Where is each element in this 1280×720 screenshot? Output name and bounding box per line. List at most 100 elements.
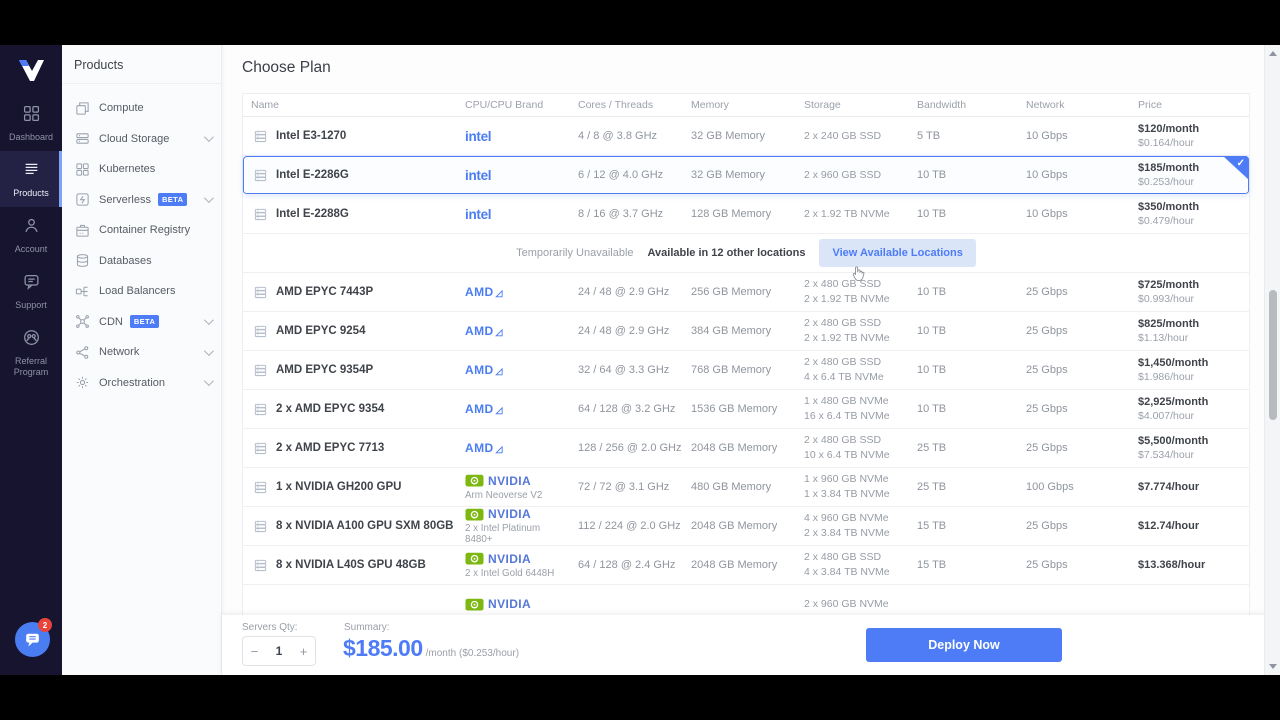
amd-logo: AMD◿ <box>465 285 503 299</box>
sidebar-item-databases[interactable]: Databases <box>62 246 221 277</box>
plan-cores: 72 / 72 @ 3.1 GHz <box>570 481 683 493</box>
plan-cores: 6 / 12 @ 4.0 GHz <box>570 169 683 181</box>
sidebar-item-load-balancers[interactable]: Load Balancers <box>62 276 221 307</box>
sidebar-item-label: Network <box>99 346 139 358</box>
plan-name: AMD EPYC 9354P <box>243 363 457 378</box>
plan-cpu-brand: AMD◿ <box>457 363 570 377</box>
plan-storage: 1 x 960 GB NVMe1 x 3.84 TB NVMe <box>796 472 909 502</box>
sidebar-item-label: Serverless <box>99 194 151 206</box>
chevron-down-icon <box>204 376 214 386</box>
plan-row-intel-e3-1270[interactable]: Intel E3-1270 intel 4 / 8 @ 3.8 GHz 32 G… <box>243 117 1249 156</box>
plan-row-2-x-amd-epyc-7713[interactable]: 2 x AMD EPYC 7713 AMD◿ 128 / 256 @ 2.0 G… <box>243 429 1249 468</box>
sidebar-item-network[interactable]: Network <box>62 337 221 368</box>
plan-bandwidth: 10 TB <box>909 169 1018 181</box>
scrollbar[interactable] <box>1264 45 1280 675</box>
plan-cpu-brand: NVIDIA2 x Intel Platinum 8480+ <box>457 507 570 545</box>
plan-price: $1,450/month $1.986/hour <box>1130 357 1249 383</box>
plan-name: AMD EPYC 7443P <box>243 285 457 300</box>
sidebar-item-cdn[interactable]: CDN BETA <box>62 307 221 338</box>
qty-decrement-button[interactable]: − <box>243 644 266 659</box>
sidebar-item-container-registry[interactable]: Container Registry <box>62 215 221 246</box>
price-secondary: $7.534/hour <box>1138 449 1249 461</box>
top-black-bar <box>0 0 1280 45</box>
plan-cpu-brand: NVIDIA2 x Intel Gold 6448H <box>457 552 570 579</box>
plan-row-amd-epyc-9354p[interactable]: AMD EPYC 9354P AMD◿ 32 / 64 @ 3.3 GHz 76… <box>243 351 1249 390</box>
sidebar-item-cloud-storage[interactable]: Cloud Storage <box>62 124 221 155</box>
rail-item-products[interactable]: Products <box>0 151 62 207</box>
sidebar-item-serverless[interactable]: Serverless BETA <box>62 185 221 216</box>
plan-row-8-x-nvidia-a100-gpu-sxm-80gb[interactable]: 8 x NVIDIA A100 GPU SXM 80GB NVIDIA2 x I… <box>243 507 1249 546</box>
rail-item-label: Support <box>2 300 60 311</box>
price-primary: $7.774/hour <box>1138 481 1249 493</box>
rail-item-dashboard[interactable]: Dashboard <box>0 95 62 151</box>
amd-logo: AMD◿ <box>465 363 503 377</box>
plan-memory: 256 GB Memory <box>683 286 796 298</box>
plan-network: 25 Gbps <box>1018 442 1130 454</box>
amd-logo: AMD◿ <box>465 402 503 416</box>
plan-row-8-x-nvidia-l40s-gpu-48gb[interactable]: 8 x NVIDIA L40S GPU 48GB NVIDIA2 x Intel… <box>243 546 1249 585</box>
servers-qty-label: Servers Qty: <box>242 622 298 633</box>
rail-item-account[interactable]: Account <box>0 207 62 263</box>
plan-storage: 2 x 480 GB SSD2 x 1.92 TB NVMe <box>796 316 909 346</box>
beta-badge: BETA <box>158 193 187 206</box>
nvidia-logo: NVIDIA <box>465 552 570 566</box>
intel-logo: intel <box>465 168 491 183</box>
vultr-logo-icon[interactable] <box>16 57 46 85</box>
databases-icon <box>75 253 90 268</box>
server-icon <box>253 207 268 222</box>
price-primary: $825/month <box>1138 318 1249 330</box>
scroll-down-arrow-icon[interactable] <box>1269 664 1277 669</box>
rail-item-referral-program[interactable]: Referral Program <box>0 319 62 386</box>
plan-cpu-brand: NVIDIAArm Neoverse V2 <box>457 474 570 501</box>
sidebar-item-kubernetes[interactable]: Kubernetes <box>62 154 221 185</box>
plan-name: Intel E-2286G <box>243 168 457 183</box>
sidebar-item-label: Kubernetes <box>99 163 155 175</box>
chat-button[interactable]: 2 <box>15 622 50 657</box>
plan-row-intel-e-2288g[interactable]: Intel E-2288G intel 8 / 16 @ 3.7 GHz 128… <box>243 195 1249 234</box>
plan-cores: 8 / 16 @ 3.7 GHz <box>570 208 683 220</box>
qty-increment-button[interactable]: + <box>292 644 315 659</box>
sidebar-item-orchestration[interactable]: Orchestration <box>62 368 221 399</box>
plan-row-2-x-amd-epyc-9354[interactable]: 2 x AMD EPYC 9354 AMD◿ 64 / 128 @ 3.2 GH… <box>243 390 1249 429</box>
plan-bandwidth: 10 TB <box>909 364 1018 376</box>
price-primary: $12.74/hour <box>1138 520 1249 532</box>
plan-bandwidth: 10 TB <box>909 286 1018 298</box>
rail-item-support[interactable]: Support <box>0 263 62 319</box>
scroll-up-arrow-icon[interactable] <box>1269 51 1277 56</box>
plan-row-amd-epyc-9254[interactable]: AMD EPYC 9254 AMD◿ 24 / 48 @ 2.9 GHz 384… <box>243 312 1249 351</box>
intel-logo: intel <box>465 207 491 222</box>
plan-memory: 768 GB Memory <box>683 364 796 376</box>
support-icon <box>23 273 40 290</box>
plan-cpu-brand: AMD◿ <box>457 441 570 455</box>
price-primary: $2,925/month <box>1138 396 1249 408</box>
plan-cores: 64 / 128 @ 3.2 GHz <box>570 403 683 415</box>
view-available-locations-button[interactable]: View Available Locations <box>819 239 975 267</box>
panel-title: Products <box>62 45 221 84</box>
plan-row-amd-epyc-7443p[interactable]: AMD EPYC 7443P AMD◿ 24 / 48 @ 2.9 GHz 25… <box>243 273 1249 312</box>
beta-badge: BETA <box>130 315 159 328</box>
plan-price: $2,925/month $4.007/hour <box>1130 396 1249 422</box>
plan-memory: 32 GB Memory <box>683 169 796 181</box>
plan-row-1-x-nvidia-gh200-gpu[interactable]: 1 x NVIDIA GH200 GPU NVIDIAArm Neoverse … <box>243 468 1249 507</box>
products-panel: Products Compute Cloud Storage Kubernete… <box>62 45 222 675</box>
plan-memory: 480 GB Memory <box>683 481 796 493</box>
plan-bandwidth: 15 TB <box>909 559 1018 571</box>
sidebar-item-compute[interactable]: Compute <box>62 93 221 124</box>
plan-memory: 32 GB Memory <box>683 130 796 142</box>
plan-storage: 1 x 480 GB NVMe16 x 6.4 TB NVMe <box>796 394 909 424</box>
plan-row-intel-e-2286g[interactable]: Intel E-2286G intel 6 / 12 @ 4.0 GHz 32 … <box>243 156 1249 195</box>
plan-network: 25 Gbps <box>1018 403 1130 415</box>
amd-arrow-mark: ◿ <box>496 288 503 298</box>
plan-storage: 2 x 240 GB SSD <box>796 129 909 144</box>
plan-memory: 128 GB Memory <box>683 208 796 220</box>
main-content: Choose Plan NameCPU/CPU BrandCores / Thr… <box>222 45 1280 675</box>
nvidia-eye-icon <box>465 552 484 565</box>
server-icon <box>253 402 268 417</box>
plan-bandwidth: 10 TB <box>909 403 1018 415</box>
deploy-now-button[interactable]: Deploy Now <box>866 628 1062 662</box>
rail-item-label: Products <box>2 188 60 199</box>
scrollbar-thumb[interactable] <box>1269 290 1277 420</box>
plan-cpu-brand: intel <box>457 129 570 144</box>
plan-price: $12.74/hour <box>1130 520 1249 532</box>
network-icon <box>75 345 90 360</box>
